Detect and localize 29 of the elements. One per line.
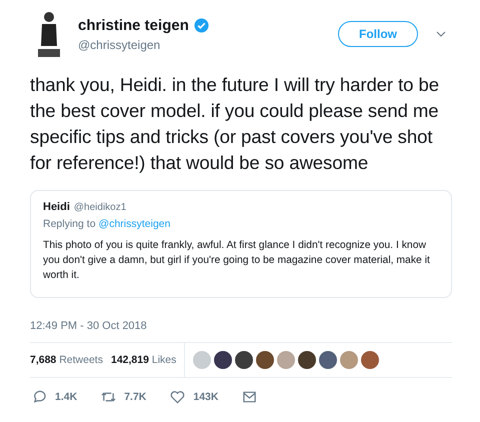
liker-avatar-icon[interactable] (214, 351, 232, 369)
quoted-tweet-text: This photo of you is quite frankly, awful. At first glance I didn't recognize you. I know you don't give a damn, but girl if you're going to be magazine cover material, make it worth it. (43, 239, 431, 283)
retweet-icon (101, 390, 116, 404)
reply-button[interactable]: 1.4K (32, 390, 78, 404)
author-handle: @chrissyteigen (78, 38, 162, 52)
envelope-icon (242, 390, 258, 404)
stat-count[interactable]: 7,688 Retweets (30, 354, 103, 366)
liker-avatar-icon[interactable] (361, 351, 380, 369)
reply-icon (32, 390, 47, 404)
quoted-author-name: Heidi (43, 201, 70, 213)
stat-count[interactable]: 142,819 Likes (110, 354, 176, 366)
heart-icon (170, 390, 186, 404)
like-button[interactable]: 143K (170, 390, 218, 404)
liker-avatar-icon[interactable] (256, 351, 274, 369)
quoted-tweet-card[interactable] (30, 190, 452, 298)
tweet-text: thank you, Heidi. in the future I will try harder to be the best cover model. if you could please send me specific tips and tricks (or past covers you've shot for reference!) that would be so awesome (30, 73, 440, 175)
liker-avatar-icon[interactable] (298, 351, 316, 369)
message-button[interactable] (242, 390, 258, 404)
avatar-figure-icon (36, 9, 62, 59)
liker-avatar-icon[interactable] (235, 351, 254, 369)
retweet-button[interactable]: 7.7K (101, 390, 146, 404)
timestamp: 12:49 PM - 30 Oct 2018 (30, 320, 148, 332)
liker-avatar-icon[interactable] (319, 351, 338, 369)
replying-label: Replying to (43, 218, 96, 230)
chevron-down-icon[interactable] (436, 31, 446, 37)
author-name: christine teigen (78, 16, 189, 34)
mention-link[interactable]: @chrissyteigen (98, 218, 170, 230)
quoted-author-handle: @heidikoz1 (74, 202, 126, 213)
follow-button[interactable]: Follow (338, 21, 418, 47)
